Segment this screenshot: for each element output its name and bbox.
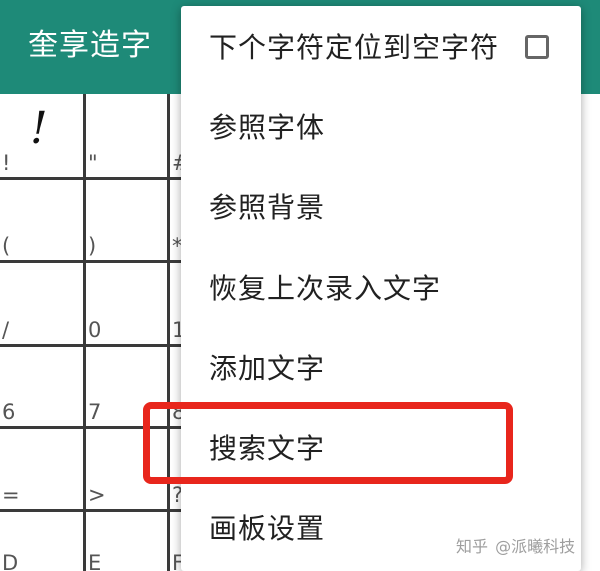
cell-label: ( xyxy=(2,234,11,258)
grid-cell[interactable]: 0 xyxy=(86,263,170,347)
overflow-menu: 下个字符定位到空字符 参照字体 参照背景 恢复上次录入文字 添加文字 搜索文字 … xyxy=(181,6,581,571)
watermark-author: @派曦科技 xyxy=(495,537,576,556)
grid-cell[interactable]: 7 xyxy=(86,347,170,429)
menu-item-reference-background[interactable]: 参照背景 xyxy=(181,168,581,248)
cell-label: 0 xyxy=(88,318,102,342)
grid-cell[interactable]: 6 xyxy=(0,347,86,429)
menu-item-label: 参照背景 xyxy=(209,191,326,224)
menu-item-label: 恢复上次录入文字 xyxy=(209,272,442,305)
grid-cell[interactable]: = xyxy=(0,429,86,512)
grid-cell[interactable]: D xyxy=(0,512,86,571)
cell-label: = xyxy=(2,483,20,507)
grid-cell[interactable]: ! ! xyxy=(0,94,86,180)
menu-item-label: 画板设置 xyxy=(209,512,326,545)
menu-item-restore-last-input[interactable]: 恢复上次录入文字 xyxy=(181,249,581,329)
grid-cell[interactable]: / xyxy=(0,263,86,347)
cell-label: > xyxy=(88,483,106,507)
menu-item-search-character[interactable]: 搜索文字 xyxy=(181,409,581,489)
cell-label: / xyxy=(2,318,10,342)
zhihu-site: 知乎 xyxy=(456,537,489,556)
menu-item-reference-font[interactable]: 参照字体 xyxy=(181,88,581,168)
grid-cell[interactable]: > xyxy=(86,429,170,512)
app-title: 奎享造字 xyxy=(28,28,152,63)
menu-item-label: 添加文字 xyxy=(209,352,326,385)
watermark: 知乎 @派曦科技 xyxy=(456,536,575,558)
grid-cell[interactable]: ( xyxy=(0,180,86,263)
cell-label: 6 xyxy=(2,400,16,424)
menu-item-jump-to-empty[interactable]: 下个字符定位到空字符 xyxy=(181,8,581,88)
menu-item-label: 参照字体 xyxy=(209,111,326,144)
cell-label: E xyxy=(88,551,102,571)
menu-item-label: 搜索文字 xyxy=(209,432,326,465)
menu-item-add-character[interactable]: 添加文字 xyxy=(181,329,581,409)
cell-label: 7 xyxy=(88,400,102,424)
cell-label: " xyxy=(88,151,98,175)
grid-cell[interactable]: E xyxy=(86,512,170,571)
grid-cell[interactable]: ) xyxy=(86,180,170,263)
grid-cell[interactable]: " xyxy=(86,94,170,180)
cell-label: ! xyxy=(2,151,11,175)
cell-label: D xyxy=(2,551,19,571)
menu-item-label: 下个字符定位到空字符 xyxy=(209,31,500,64)
cell-label: ) xyxy=(88,234,97,258)
jump-to-empty-checkbox[interactable] xyxy=(525,35,549,59)
drawn-glyph: ! xyxy=(30,103,48,154)
